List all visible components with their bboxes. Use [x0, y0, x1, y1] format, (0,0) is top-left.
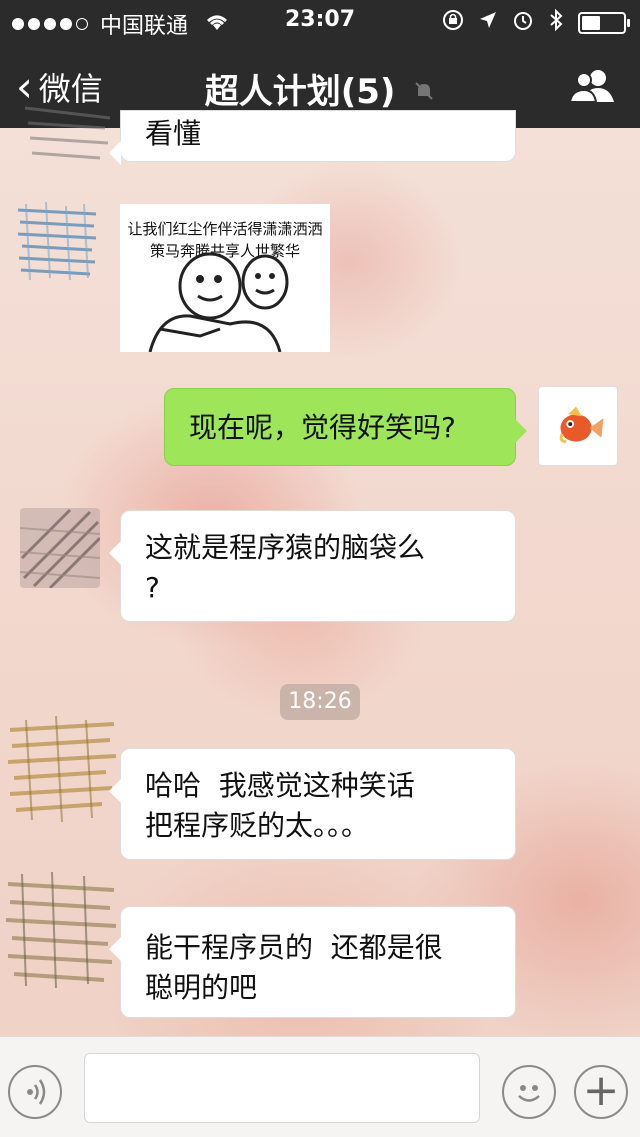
meme-drawing — [148, 252, 289, 352]
avatar[interactable] — [6, 710, 118, 830]
meme-image[interactable]: 让我们红尘作伴活得潇潇洒洒 策马奔腾共享人世繁华 — [120, 204, 330, 352]
message-bubble[interactable]: 哈哈 我感觉这种笑话 把程序贬的太。。。 — [109, 748, 516, 860]
location-arrow-icon — [478, 10, 498, 35]
message-text-line2: 把程序贬的太。。。 — [145, 809, 370, 842]
message-bubble[interactable]: 这就是程序猿的脑袋么 ? — [109, 510, 516, 622]
message-bubble[interactable]: 能干程序员的 还都是很 聪明的吧 — [109, 906, 516, 1018]
plus-icon: + — [582, 1065, 620, 1116]
voice-button[interactable] — [8, 1065, 62, 1119]
group-icon — [568, 70, 614, 103]
my-avatar[interactable] — [538, 386, 618, 466]
group-members-button[interactable] — [568, 68, 616, 104]
voice-wave-icon — [27, 1079, 46, 1105]
chat-title: 超人计划(5) — [204, 72, 396, 112]
message-bubble[interactable]: 看懂 — [109, 110, 516, 165]
message-text: 看懂 — [145, 117, 202, 150]
avatar[interactable] — [4, 868, 120, 992]
message-bubble-sent[interactable]: 现在呢，觉得好笑吗? — [164, 388, 527, 466]
message-text-line2: ? — [145, 571, 160, 604]
alarm-icon — [512, 9, 534, 36]
avatar[interactable] — [20, 508, 100, 588]
input-bar: + — [0, 1036, 640, 1137]
message-text: 现在呢，觉得好笑吗? — [189, 411, 456, 444]
avatar[interactable] — [20, 98, 120, 168]
bluetooth-icon — [548, 8, 564, 37]
rotation-lock-icon — [442, 9, 464, 36]
message-text-line1: 能干程序员的 还都是很 — [145, 931, 443, 964]
smiley-icon — [518, 1085, 540, 1102]
status-bar: 中国联通 23:07 — [0, 0, 640, 42]
mute-bell-icon — [413, 80, 435, 108]
message-text-line1: 这就是程序猿的脑袋么 — [145, 531, 426, 564]
message-text-line1: 哈哈 我感觉这种笑话 — [145, 769, 415, 802]
more-options-button[interactable]: + — [574, 1065, 628, 1119]
emoji-button[interactable] — [502, 1065, 556, 1119]
battery-icon — [578, 11, 630, 34]
fish-icon — [559, 406, 604, 444]
message-timestamp: 18:26 — [280, 684, 360, 720]
message-input[interactable] — [84, 1053, 480, 1123]
avatar[interactable] — [16, 200, 98, 282]
message-text-line2: 聪明的吧 — [145, 971, 258, 1004]
